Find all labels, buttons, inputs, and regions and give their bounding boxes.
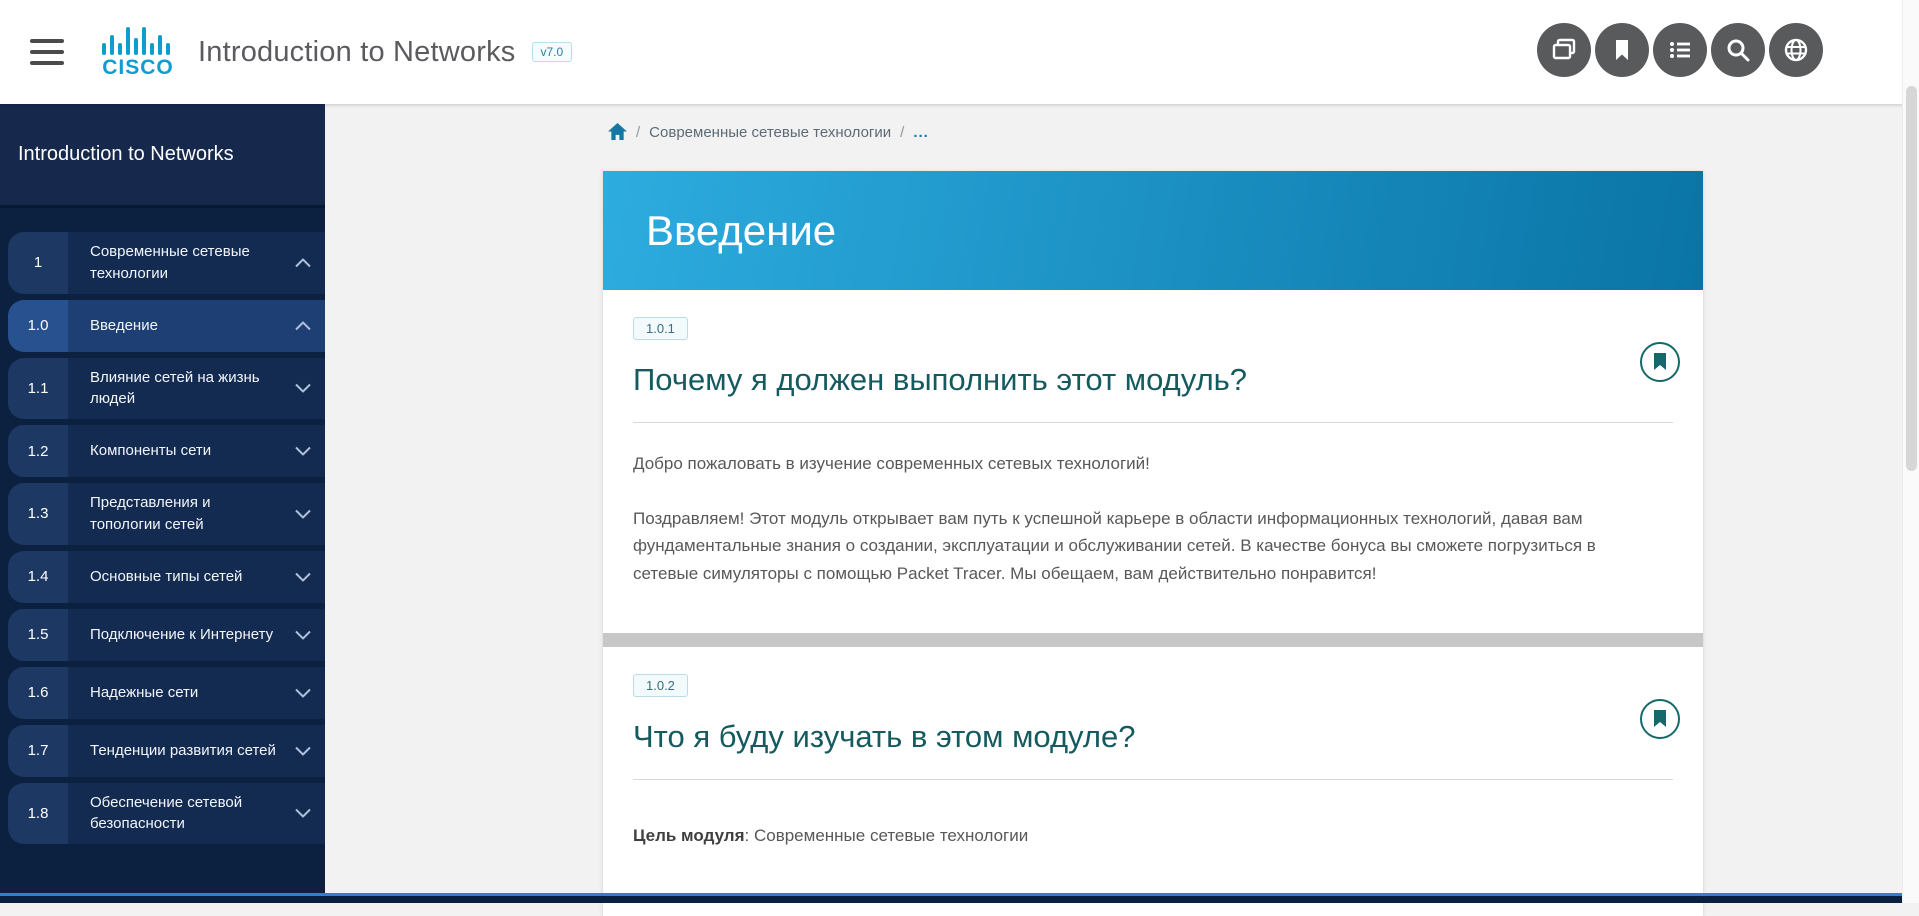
list-icon [1666, 36, 1694, 64]
section-label: Основные типы сетей [90, 566, 242, 588]
cisco-logo-bars-icon [102, 25, 174, 55]
paragraph: Поздравляем! Этот модуль открывает вам п… [633, 505, 1663, 588]
chevron-down-icon [295, 572, 311, 581]
section-id-badge: 1.0.1 [633, 317, 688, 340]
section-1-0-2: 1.0.2 Что я буду изучать в этом модуле? … [603, 647, 1703, 916]
version-badge: v7.0 [532, 42, 573, 62]
bookmark-section-button[interactable] [1640, 699, 1680, 739]
chevron-up-icon [295, 321, 311, 330]
breadcrumb: / Современные сетевые технологии / ... [608, 123, 929, 141]
section-number: 1.5 [8, 609, 68, 661]
section-label: Представления и топологии сетей [90, 492, 279, 536]
section-label: Обеспечение сетевой безопасности [90, 792, 279, 836]
chevron-down-icon [295, 746, 311, 755]
cisco-logo: CISCO [102, 25, 174, 80]
bookmark-icon [1609, 37, 1635, 63]
section-label: Введение [90, 315, 158, 337]
heading-divider [633, 422, 1673, 423]
index-button[interactable] [1653, 23, 1707, 77]
section-heading: Почему я должен выполнить этот модуль? [633, 362, 1633, 398]
search-icon [1724, 36, 1752, 64]
main-content-area: / Современные сетевые технологии / ... В… [325, 104, 1902, 903]
search-button[interactable] [1711, 23, 1765, 77]
topic-banner: Введение [603, 171, 1703, 290]
section-label: Тенденции развития сетей [90, 740, 276, 762]
sidebar-item-1-3[interactable]: 1.3 Представления и топологии сетей [8, 483, 325, 545]
section-number: 1.7 [8, 725, 68, 777]
language-button[interactable] [1769, 23, 1823, 77]
chevron-down-icon [295, 447, 311, 456]
hamburger-menu-icon[interactable] [30, 39, 64, 65]
section-number: 1.1 [8, 358, 68, 420]
sidebar-item-1[interactable]: 1 Современные сетевые технологии [8, 232, 325, 294]
section-divider [603, 633, 1703, 647]
breadcrumb-module-link[interactable]: Современные сетевые технологии [649, 124, 891, 141]
sidebar-course-title: Introduction to Networks [0, 104, 325, 208]
chevron-down-icon [295, 688, 311, 697]
sidebar-item-1-7[interactable]: 1.7 Тенденции развития сетей [8, 725, 325, 777]
section-number: 1.6 [8, 667, 68, 719]
lesson-content: Введение 1.0.1 Почему я должен выполнить… [603, 171, 1703, 916]
panels-button[interactable] [1537, 23, 1591, 77]
module-goal: Цель модуля: Современные сетевые техноло… [633, 826, 1673, 846]
sidebar-item-1-4[interactable]: 1.4 Основные типы сетей [8, 551, 325, 603]
section-label: Компоненты сети [90, 440, 211, 462]
course-title: Introduction to Networks [198, 36, 516, 69]
module-nav: 1 Современные сетевые технологии 1.0 Вве… [0, 232, 325, 844]
course-nav-sidebar: Introduction to Networks 1 Современные с… [0, 104, 325, 903]
module-goal-value: : Современные сетевые технологии [745, 826, 1029, 845]
sidebar-item-1-2[interactable]: 1.2 Компоненты сети [8, 425, 325, 477]
section-1-0-1: 1.0.1 Почему я должен выполнить этот мод… [603, 290, 1703, 633]
chevron-down-icon [295, 809, 311, 818]
section-number: 1.4 [8, 551, 68, 603]
globe-icon [1782, 36, 1810, 64]
app-header: CISCO Introduction to Networks v7.0 [0, 0, 1919, 104]
topic-banner-title: Введение [646, 207, 836, 255]
section-heading: Что я буду изучать в этом модуле? [633, 719, 1633, 755]
section-label: Надежные сети [90, 682, 198, 704]
chevron-down-icon [295, 509, 311, 518]
bottom-accent-bar [0, 893, 1919, 903]
bookmarks-button[interactable] [1595, 23, 1649, 77]
bookmark-icon [1652, 353, 1668, 371]
sidebar-item-1-6[interactable]: 1.6 Надежные сети [8, 667, 325, 719]
page-scrollbar[interactable] [1902, 0, 1919, 903]
section-number: 1.2 [8, 425, 68, 477]
chevron-up-icon [295, 258, 311, 267]
section-number: 1 [8, 232, 68, 294]
home-icon[interactable] [608, 123, 627, 141]
section-number: 1.0 [8, 300, 68, 352]
scrollbar-thumb[interactable] [1906, 86, 1917, 471]
section-number: 1.3 [8, 483, 68, 545]
breadcrumb-ellipsis[interactable]: ... [913, 124, 929, 141]
sidebar-item-1-1[interactable]: 1.1 Влияние сетей на жизнь людей [8, 358, 325, 420]
section-label: Современные сетевые технологии [90, 241, 279, 285]
section-number: 1.8 [8, 783, 68, 845]
sidebar-item-1-5[interactable]: 1.5 Подключение к Интернету [8, 609, 325, 661]
sidebar-item-1-0[interactable]: 1.0 Введение [8, 300, 325, 352]
panels-icon [1550, 36, 1578, 64]
section-id-badge: 1.0.2 [633, 674, 688, 697]
bookmark-section-button[interactable] [1640, 342, 1680, 382]
chevron-down-icon [295, 384, 311, 393]
breadcrumb-separator: / [636, 124, 640, 141]
paragraph: Добро пожаловать в изучение современных … [633, 450, 1663, 478]
breadcrumb-separator: / [900, 124, 904, 141]
cisco-logo-text: CISCO [102, 56, 174, 80]
section-label: Влияние сетей на жизнь людей [90, 367, 279, 411]
sidebar-item-1-8[interactable]: 1.8 Обеспечение сетевой безопасности [8, 783, 325, 845]
header-actions [1537, 23, 1823, 77]
chevron-down-icon [295, 630, 311, 639]
heading-divider [633, 779, 1673, 780]
module-goal-label: Цель модуля [633, 826, 745, 845]
bookmark-icon [1652, 710, 1668, 728]
section-label: Подключение к Интернету [90, 624, 273, 646]
